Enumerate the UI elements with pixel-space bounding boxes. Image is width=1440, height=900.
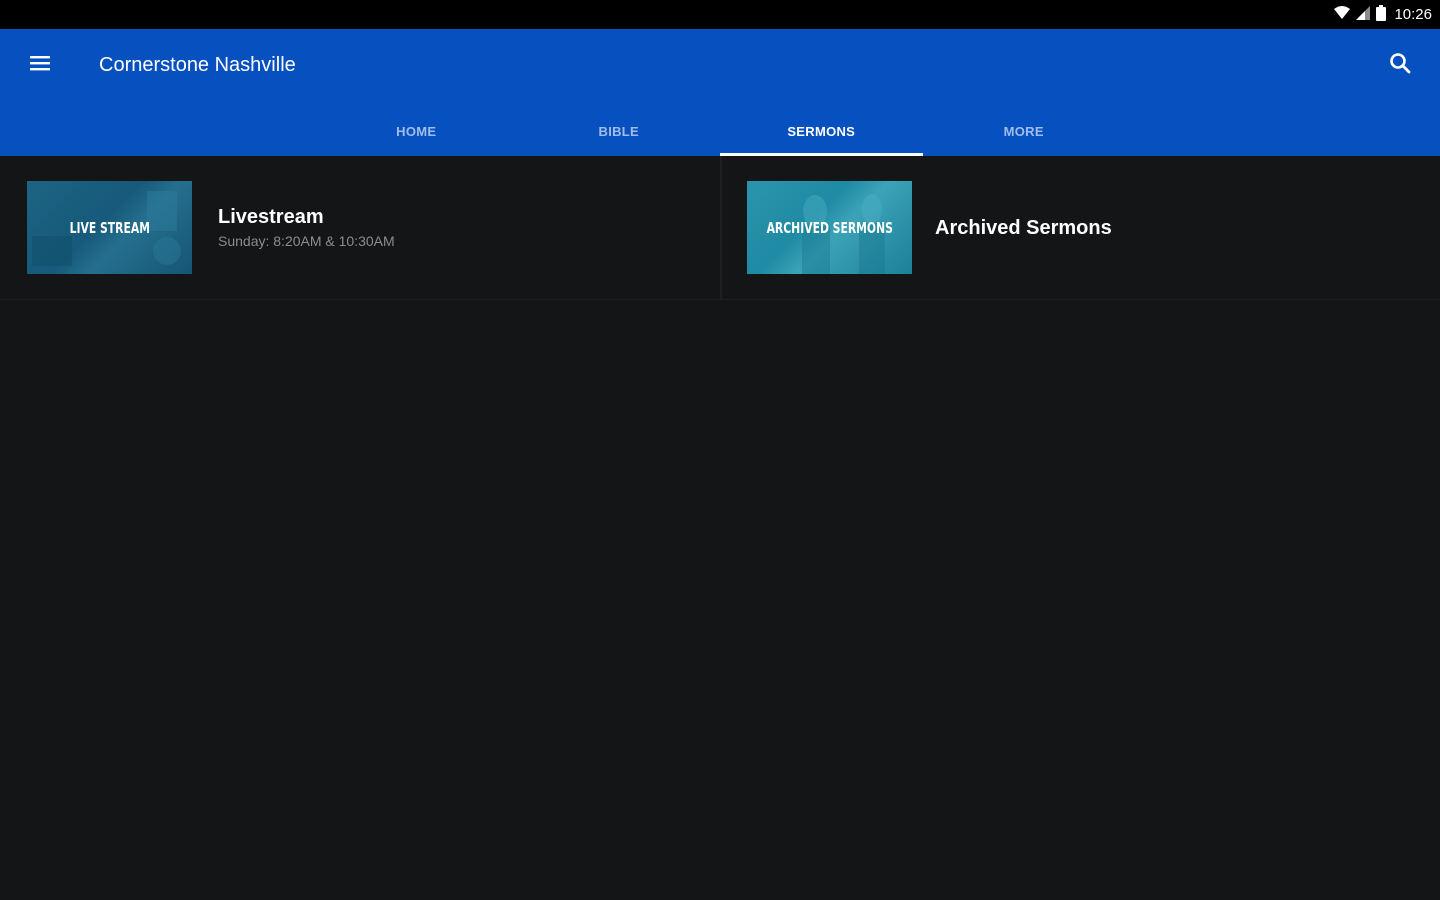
- status-time: 10:26: [1394, 6, 1432, 23]
- tab-home[interactable]: HOME: [315, 107, 518, 156]
- archived-sermons-thumbnail: ARCHIVED SERMONS: [747, 181, 912, 274]
- search-button[interactable]: [1382, 47, 1418, 83]
- signal-icon: [1356, 5, 1371, 25]
- livestream-thumbnail-text: LIVE STREAM: [69, 218, 150, 237]
- livestream-title: Livestream: [218, 206, 324, 228]
- livestream-card[interactable]: LIVE STREAM Livestream Sunday: 8:20AM & …: [0, 156, 720, 299]
- archived-sermons-card[interactable]: ARCHIVED SERMONS Archived Sermons: [720, 156, 1440, 299]
- app-bar: Cornerstone Nashville HOME BIBLE SERMONS…: [0, 29, 1440, 156]
- menu-button[interactable]: [22, 47, 58, 83]
- sermons-content: LIVE STREAM Livestream Sunday: 8:20AM & …: [0, 156, 1440, 900]
- menu-icon: [29, 54, 51, 77]
- livestream-thumbnail: LIVE STREAM: [27, 181, 192, 274]
- wifi-icon: [1334, 5, 1351, 25]
- tab-sermons[interactable]: SERMONS: [720, 107, 923, 156]
- livestream-subtitle: Sunday: 8:20AM & 10:30AM: [218, 233, 395, 249]
- app-title: Cornerstone Nashville: [99, 54, 296, 76]
- search-icon: [1389, 52, 1411, 79]
- tab-more[interactable]: MORE: [923, 107, 1126, 156]
- archived-sermons-title: Archived Sermons: [935, 217, 1112, 239]
- tab-bar: HOME BIBLE SERMONS MORE: [315, 107, 1125, 156]
- tab-bible[interactable]: BIBLE: [518, 107, 721, 156]
- archived-sermons-thumbnail-text: ARCHIVED SERMONS: [766, 218, 893, 237]
- battery-icon: [1376, 4, 1387, 26]
- status-icons: 10:26: [1334, 4, 1432, 26]
- sermon-grid: LIVE STREAM Livestream Sunday: 8:20AM & …: [0, 156, 1440, 300]
- status-bar: 10:26: [0, 0, 1440, 29]
